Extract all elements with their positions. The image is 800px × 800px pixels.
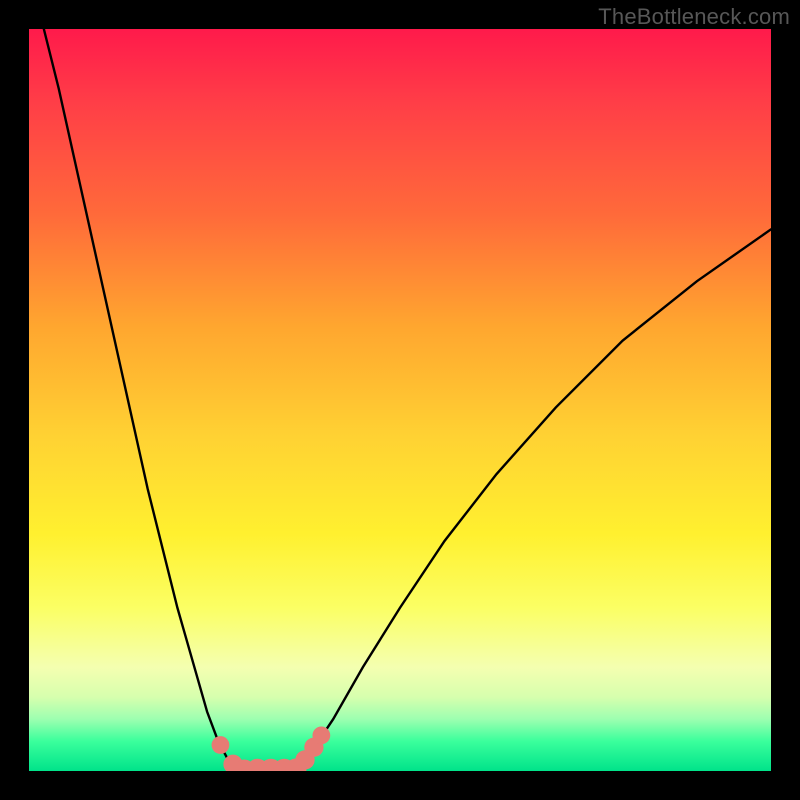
chart-frame: TheBottleneck.com — [0, 0, 800, 800]
valley-marker — [312, 726, 330, 744]
watermark-text: TheBottleneck.com — [598, 4, 790, 30]
bottleneck-curve — [44, 29, 771, 771]
curve-layer — [29, 29, 771, 771]
plot-area — [29, 29, 771, 771]
valley-marker — [212, 736, 230, 754]
valley-markers — [212, 726, 331, 771]
